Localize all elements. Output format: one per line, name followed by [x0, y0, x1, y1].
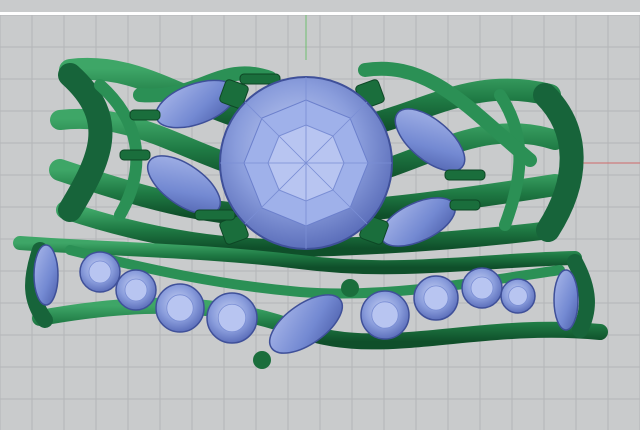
- round-accent-gem-icon[interactable]: [115, 269, 157, 311]
- round-gem-icon[interactable]: [219, 76, 393, 250]
- viewport-top-border: [0, 12, 640, 15]
- marquise-gem-icon[interactable]: [553, 269, 579, 331]
- round-accent-gem-icon[interactable]: [360, 290, 410, 340]
- marquise-gem-icon[interactable]: [33, 244, 59, 306]
- round-accent-gem-icon[interactable]: [500, 278, 536, 314]
- round-accent-gem-icon[interactable]: [413, 275, 459, 321]
- 3d-viewport[interactable]: [0, 0, 640, 430]
- viewport-canvas[interactable]: [0, 0, 640, 430]
- round-accent-gem-icon[interactable]: [461, 267, 503, 309]
- round-accent-gem-icon[interactable]: [79, 251, 121, 293]
- round-accent-gem-icon[interactable]: [155, 283, 205, 333]
- round-accent-gem-icon[interactable]: [206, 292, 258, 344]
